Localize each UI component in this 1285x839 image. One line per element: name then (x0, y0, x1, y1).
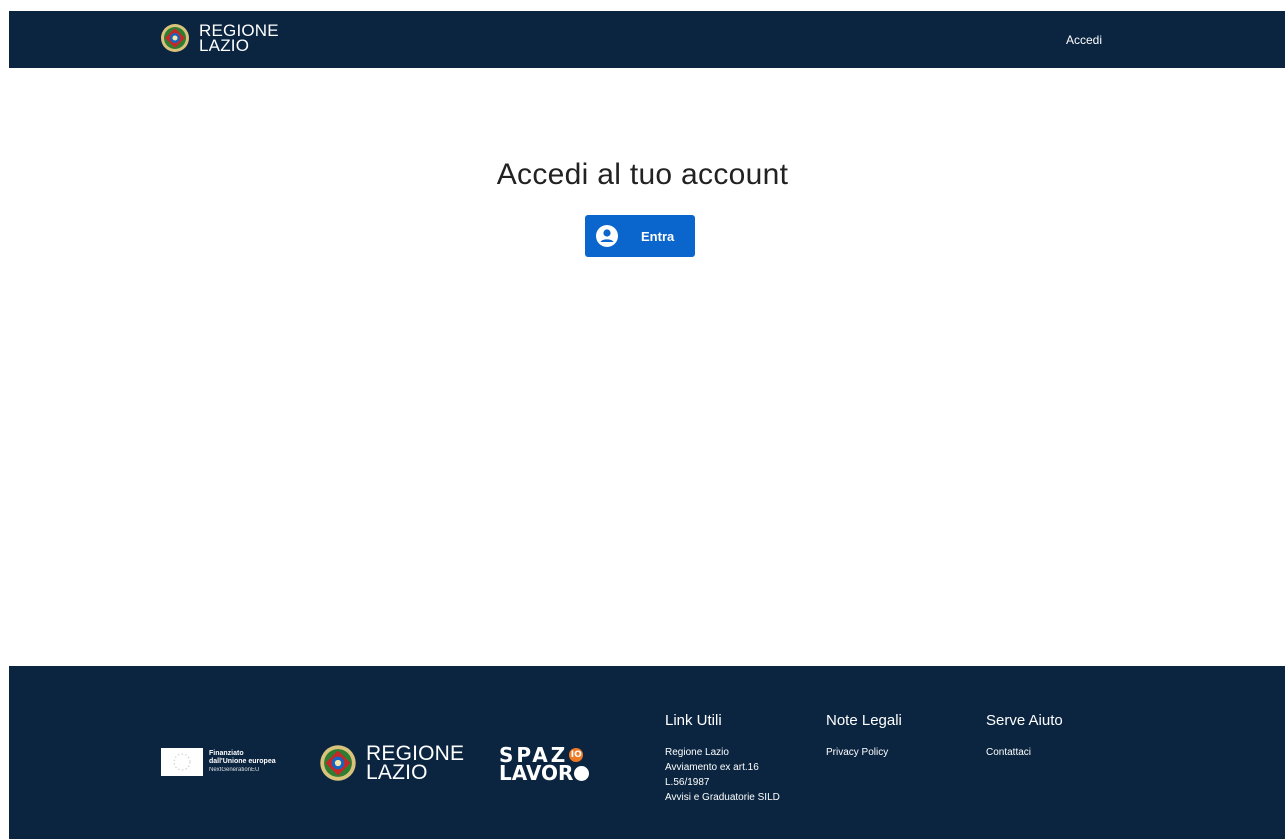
lavoro-dot-icon (574, 765, 590, 781)
eu-funding-text: Finanziato dall'Unione europea NextGener… (209, 750, 276, 774)
header-brand-logo[interactable]: REGIONE LAZIO (160, 22, 279, 55)
enter-button[interactable]: Entra (585, 215, 695, 257)
eu-funding-logo: Finanziato dall'Unione europea NextGener… (161, 748, 276, 776)
footer-column-title: Note Legali (826, 712, 902, 729)
io-badge: IO (569, 748, 584, 762)
footer-column-title: Link Utili (665, 712, 722, 729)
footer: Finanziato dall'Unione europea NextGener… (9, 666, 1285, 839)
footer-link-avviamento[interactable]: Avviamento ex art.16 L.56/1987 (665, 760, 780, 790)
footer-link-privacy-policy[interactable]: Privacy Policy (826, 745, 902, 760)
regione-lazio-crest-icon (161, 24, 189, 52)
header-login-link[interactable]: Accedi (1066, 33, 1102, 47)
eu-flag-icon (161, 748, 203, 776)
footer-column-serve-aiuto: Serve Aiuto Contattaci (986, 712, 1063, 760)
footer-column-note-legali: Note Legali Privacy Policy (826, 712, 902, 760)
user-circle-icon (596, 225, 618, 247)
spazio-lavoro-logo[interactable]: SPAZ IO LAVOR (499, 745, 590, 785)
lavoro-word: LAVOR (499, 761, 574, 785)
footer-brand-line-2: LAZIO (366, 761, 428, 784)
eu-line-3: NextGenerationEU (209, 767, 260, 773)
spazio-logo-line-2: LAVOR (499, 761, 590, 785)
footer-link-regione-lazio[interactable]: Regione Lazio (665, 745, 780, 760)
top-navbar: REGIONE LAZIO Accedi (9, 11, 1285, 68)
footer-brand-text: REGIONE LAZIO (366, 743, 464, 784)
footer-column-title: Serve Aiuto (986, 712, 1063, 729)
brand-text: REGIONE LAZIO (199, 22, 279, 55)
footer-regione-lazio-logo[interactable]: REGIONE LAZIO (319, 743, 464, 784)
eu-line-2: dall'Unione europea (209, 758, 276, 765)
footer-link-avvisi-graduatorie[interactable]: Avvisi e Graduatorie SILD (665, 790, 780, 805)
eu-line-1: Finanziato (209, 750, 244, 757)
enter-button-label: Entra (641, 228, 675, 244)
regione-lazio-crest-icon (320, 745, 356, 781)
footer-link-contattaci[interactable]: Contattaci (986, 745, 1063, 760)
footer-column-link-utili: Link Utili Regione Lazio Avviamento ex a… (665, 712, 780, 805)
page-title: Accedi al tuo account (496, 158, 789, 192)
brand-line-2: LAZIO (199, 36, 250, 55)
